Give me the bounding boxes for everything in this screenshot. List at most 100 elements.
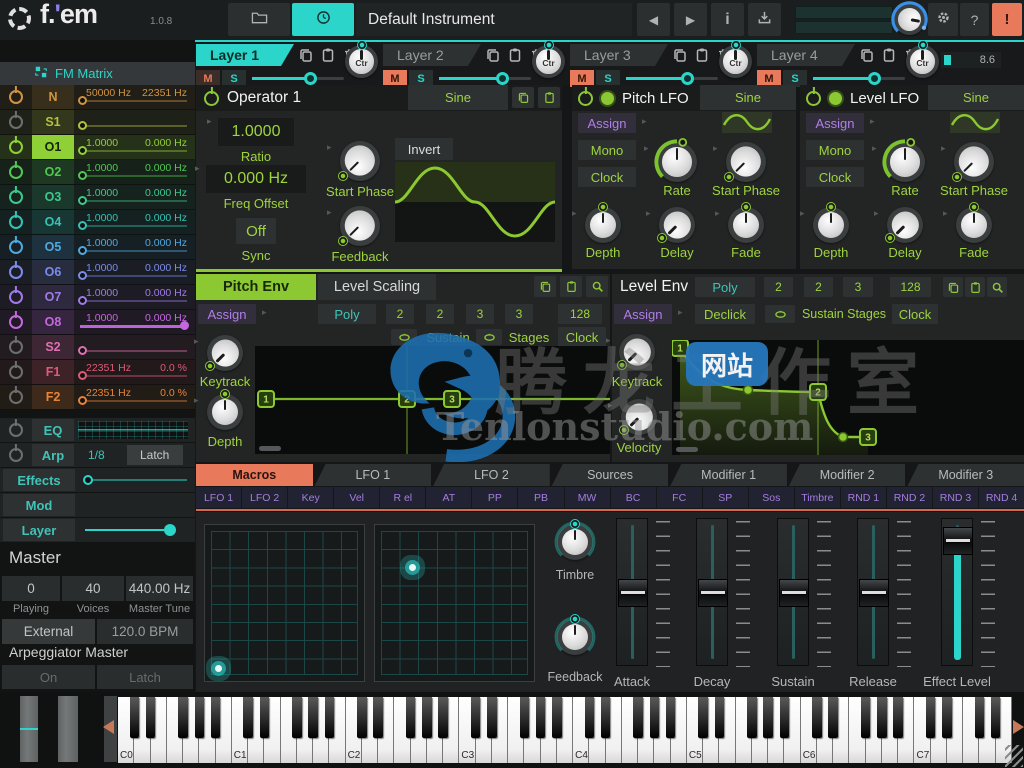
paste-icon[interactable] xyxy=(694,47,711,64)
row-label[interactable]: O1 xyxy=(32,135,74,159)
effects-tab[interactable]: Effects xyxy=(3,469,75,491)
black-key[interactable] xyxy=(129,697,139,738)
row-level-slider[interactable] xyxy=(74,246,189,256)
voices-value[interactable]: 40 xyxy=(62,576,124,601)
row-power-button[interactable] xyxy=(9,240,23,254)
black-key[interactable] xyxy=(779,697,790,738)
mod-source-rnd-3[interactable]: RND 3 xyxy=(933,487,979,508)
black-key[interactable] xyxy=(243,697,253,738)
freq-offset-value[interactable]: 0.000 Hz xyxy=(195,163,306,193)
black-key[interactable] xyxy=(357,697,367,738)
env-max-stages-button[interactable]: 128 xyxy=(558,304,602,324)
black-key[interactable] xyxy=(665,697,676,738)
help-button[interactable]: ? xyxy=(960,3,989,36)
ratio-value[interactable]: 1.0000 xyxy=(207,116,294,146)
env-node-1[interactable]: 1 xyxy=(257,390,275,408)
black-key[interactable] xyxy=(145,697,156,738)
mono-button[interactable]: Mono xyxy=(578,140,636,160)
macro-tab-lfo-2[interactable]: LFO 2 xyxy=(433,464,550,486)
assign-button[interactable]: Assign xyxy=(806,113,864,133)
env-node-3[interactable]: 3 xyxy=(859,428,877,446)
matrix-row-o8[interactable]: O8 1.0000 0.000 Hz xyxy=(0,310,195,335)
paste-icon[interactable] xyxy=(560,276,582,297)
layer-level-slider[interactable] xyxy=(252,72,344,85)
black-key[interactable] xyxy=(470,697,481,738)
clock-button[interactable]: Clock xyxy=(558,327,606,347)
row-label[interactable]: O4 xyxy=(32,210,74,234)
macro-tab-modifier-2[interactable]: Modifier 2 xyxy=(788,464,906,486)
lfo-power-button[interactable] xyxy=(578,90,593,106)
assign-button[interactable]: Assign xyxy=(614,304,672,324)
macro-tab-modifier-3[interactable]: Modifier 3 xyxy=(907,464,1024,486)
mod-source-at[interactable]: AT xyxy=(426,487,472,508)
black-key[interactable] xyxy=(633,697,643,738)
mod-source-sos[interactable]: Sos xyxy=(748,487,794,508)
black-key[interactable] xyxy=(860,697,871,738)
black-key[interactable] xyxy=(828,697,838,738)
mod-source-pp[interactable]: PP xyxy=(472,487,518,508)
black-key[interactable] xyxy=(877,697,887,738)
keyboard-scroll-right-arrow[interactable] xyxy=(1013,720,1024,734)
mod-source-sp[interactable]: SP xyxy=(702,487,748,508)
black-key[interactable] xyxy=(925,697,936,738)
arp-master-on-button[interactable]: On xyxy=(2,665,95,689)
row-power-button[interactable] xyxy=(9,290,23,304)
mod-source-rnd-1[interactable]: RND 1 xyxy=(840,487,886,508)
piano-keyboard[interactable]: C0 C1 C2 C3 C4 C5 C6 C7 xyxy=(118,697,1012,763)
master-volume-knob[interactable] xyxy=(891,1,928,35)
black-key[interactable] xyxy=(600,697,611,738)
black-key[interactable] xyxy=(373,697,383,738)
row-level-slider[interactable] xyxy=(74,121,189,131)
row-level-slider[interactable] xyxy=(74,296,189,306)
copy-icon[interactable] xyxy=(859,47,876,64)
black-key[interactable] xyxy=(324,697,335,738)
clock-button[interactable]: Clock xyxy=(892,304,938,324)
row-power-button[interactable] xyxy=(9,390,23,404)
fm-matrix-header[interactable]: FM Matrix xyxy=(0,62,195,85)
row-power-button[interactable] xyxy=(9,140,23,154)
start-phase-knob[interactable] xyxy=(952,141,995,183)
layer-ctr-knob[interactable]: Ctr xyxy=(906,40,939,78)
env-node-3[interactable]: 3 xyxy=(443,390,461,408)
sustain-loop-icon[interactable] xyxy=(765,305,795,323)
row-label[interactable]: O8 xyxy=(32,310,74,334)
xy-pad-handle[interactable] xyxy=(408,563,416,571)
resize-handle[interactable] xyxy=(1005,745,1023,767)
row-level-slider[interactable] xyxy=(74,196,189,206)
invert-button[interactable]: Invert xyxy=(395,138,453,160)
matrix-row-o4[interactable]: O4 1.0000 0.000 Hz xyxy=(0,210,195,235)
copy-icon[interactable] xyxy=(672,47,689,64)
row-power-button[interactable] xyxy=(9,315,23,329)
row-label[interactable]: S2 xyxy=(32,335,74,359)
mod-source-mw[interactable]: MW xyxy=(564,487,610,508)
matrix-row-s1[interactable]: S1 xyxy=(0,110,195,135)
paste-icon[interactable] xyxy=(965,277,985,297)
layer-ctr-knob[interactable]: Ctr xyxy=(719,40,752,78)
row-level-slider[interactable] xyxy=(74,321,189,331)
env-num-button[interactable]: 2 xyxy=(386,304,414,324)
layer-ctr-knob[interactable]: Ctr xyxy=(345,40,378,78)
pitch-env-display[interactable]: 1 2 3 xyxy=(255,346,610,454)
matrix-row-n[interactable]: N 50000 Hz 22351 Hz xyxy=(0,85,195,110)
black-key[interactable] xyxy=(308,697,318,738)
mod-source-rnd-4[interactable]: RND 4 xyxy=(979,487,1024,508)
row-level-slider[interactable] xyxy=(74,221,189,231)
row-power-button[interactable] xyxy=(9,165,23,179)
eq-label[interactable]: EQ xyxy=(32,419,74,441)
env-num-button[interactable]: 3 xyxy=(505,304,533,324)
mod-source-pb[interactable]: PB xyxy=(518,487,564,508)
row-label[interactable]: S1 xyxy=(32,110,74,134)
matrix-row-s2[interactable]: S2 xyxy=(0,335,195,360)
lfo-power-button[interactable] xyxy=(806,90,821,106)
arp-rate-value[interactable]: 1/8 xyxy=(88,448,105,462)
xy-pad-2[interactable] xyxy=(374,524,535,682)
matrix-row-f1[interactable]: F1 22351 Hz 0.0 % xyxy=(0,360,195,385)
env-max-stages-button[interactable]: 128 xyxy=(890,277,931,297)
slider-track[interactable] xyxy=(857,518,889,666)
slider-handle[interactable] xyxy=(618,579,648,607)
row-power-button[interactable] xyxy=(9,340,23,354)
black-key[interactable] xyxy=(194,697,205,738)
bpm-value[interactable]: 120.0 BPM xyxy=(97,619,193,644)
row-label[interactable]: F2 xyxy=(32,385,74,409)
mod-tab[interactable]: Mod xyxy=(3,494,75,516)
